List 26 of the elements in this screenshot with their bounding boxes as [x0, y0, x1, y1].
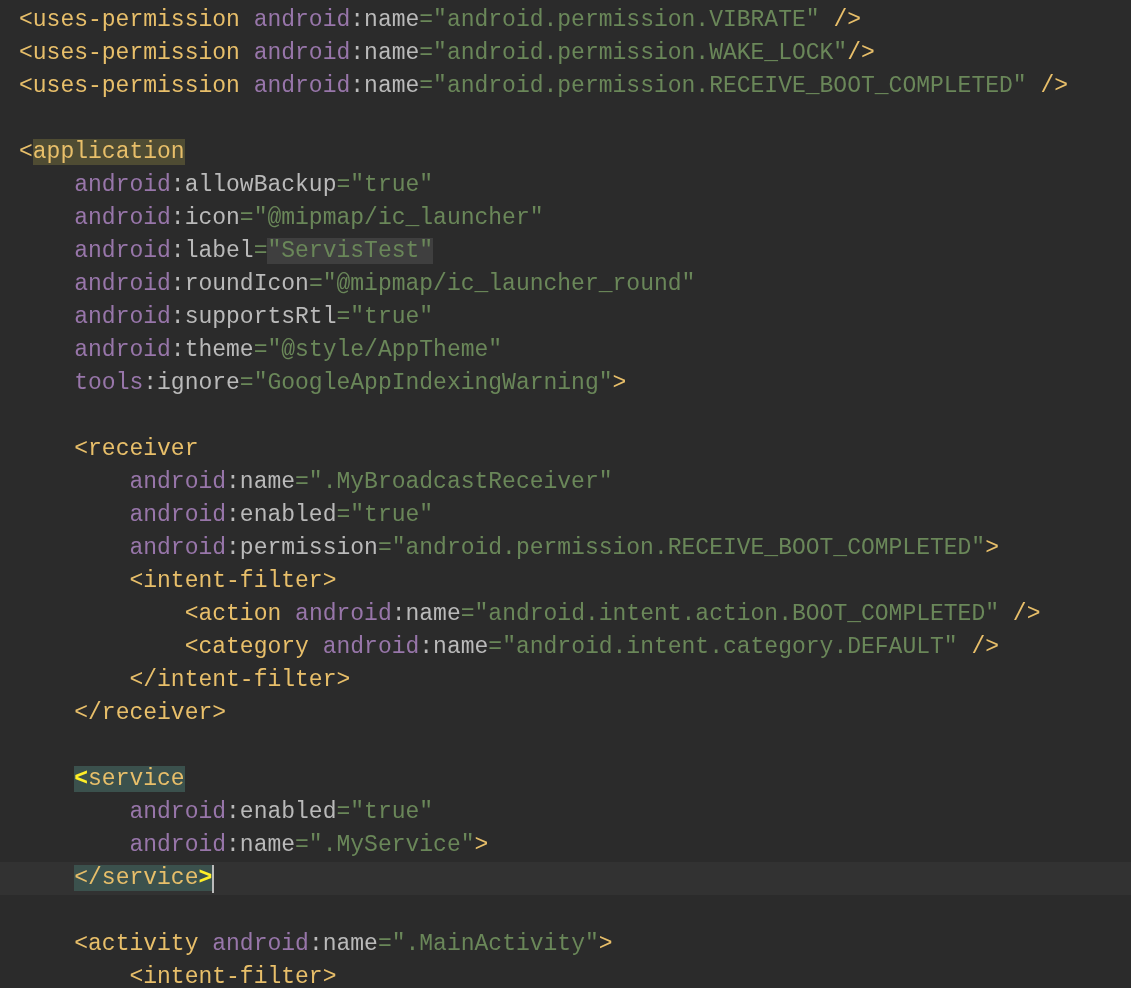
- code-line: </service>: [73, 864, 213, 893]
- code-line: <category android:name="android.intent.category.DEFAULT" />: [183, 633, 1000, 662]
- code-line: <action android:name="android.intent.action.BOOT_COMPLETED" />: [183, 600, 1041, 629]
- code-line: <uses-permission android:name="android.permission.VIBRATE" />: [19, 6, 861, 35]
- code-line: <receiver: [73, 435, 199, 464]
- code-line: <application: [19, 138, 185, 167]
- code-line: android:label="ServisTest": [73, 237, 434, 266]
- code-line: <service: [73, 765, 185, 794]
- code-line: android:permission="android.permission.RECEIVE_BOOT_COMPLETED">: [128, 534, 999, 563]
- code-line: android:icon="@mipmap/ic_launcher": [73, 204, 544, 233]
- code-line: tools:ignore="GoogleAppIndexingWarning">: [73, 369, 627, 398]
- code-line: android:roundIcon="@mipmap/ic_launcher_round": [73, 270, 696, 299]
- code-line: android:name=".MyBroadcastReceiver": [128, 468, 613, 497]
- code-line: </receiver>: [73, 699, 227, 728]
- code-line: android:name=".MyService">: [128, 831, 489, 860]
- code-line: <activity android:name=".MainActivity">: [73, 930, 613, 959]
- code-line: android:theme="@style/AppTheme": [73, 336, 503, 365]
- code-line: android:enabled="true": [128, 501, 434, 530]
- code-line: <intent-filter>: [128, 567, 337, 596]
- code-line: android:allowBackup="true": [73, 171, 434, 200]
- code-line: <uses-permission android:name="android.permission.RECEIVE_BOOT_COMPLETED" />: [19, 72, 1069, 101]
- code-line: <uses-permission android:name="android.permission.WAKE_LOCK"/>: [19, 39, 875, 68]
- code-line: <intent-filter>: [128, 963, 337, 988]
- code-line: android:supportsRtl="true": [73, 303, 434, 332]
- code-line: </intent-filter>: [128, 666, 351, 695]
- code-line: android:enabled="true": [128, 798, 434, 827]
